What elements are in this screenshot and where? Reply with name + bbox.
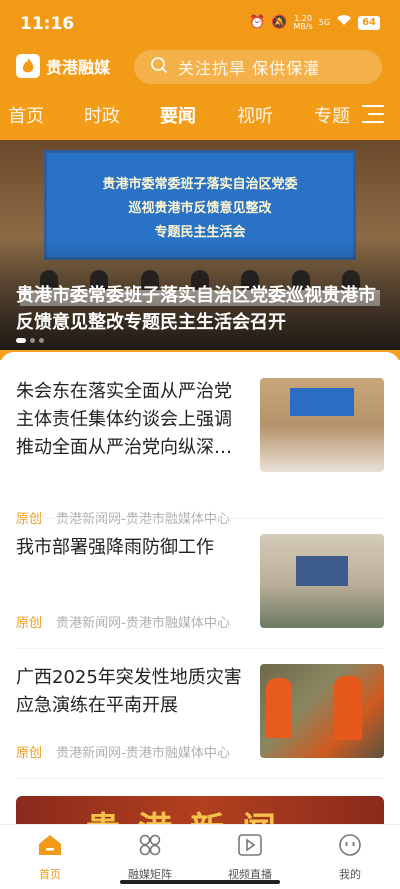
user-face-icon <box>339 834 361 856</box>
divider <box>16 778 384 779</box>
alarm-icon: ⏰ <box>249 14 266 30</box>
grid-icon <box>139 834 161 856</box>
carousel-dot <box>30 338 35 343</box>
banner-carousel[interactable]: 贵港市委常委班子落实自治区党委 巡视贵港市反馈意见整改 专题民主生活会 贵港市委… <box>0 140 400 350</box>
carousel-dot-active <box>16 338 26 343</box>
banner-title[interactable]: 贵港市委常委班子落实自治区党委巡视贵港市反馈意见整改专题民主生活会召开 <box>16 282 386 336</box>
divider <box>16 648 384 649</box>
news-item[interactable]: 广西2025年突发性地质灾害应急演练在平南开展 原创 贵港新闻网-贵港市融媒体中… <box>16 664 384 764</box>
nav-label: 我的 <box>339 868 361 881</box>
news-item[interactable]: 我市部署强降雨防御工作 原创 贵港新闻网-贵港市融媒体中心 <box>16 534 384 634</box>
mute-icon: 🔕 <box>271 14 288 30</box>
news-list: 朱会东在落实全面从严治党主体责任集体约谈会上强调 推动全面从严治党向纵深… 原创… <box>0 352 400 824</box>
news-meta: 原创 贵港新闻网-贵港市融媒体中心 <box>16 612 230 631</box>
status-icons: ⏰ 🔕 1.20 MB/s 5G 64 <box>249 14 380 31</box>
tab-home[interactable]: 首页 <box>8 102 44 128</box>
news-item[interactable]: 朱会东在落实全面从严治党主体责任集体约谈会上强调 推动全面从严治党向纵深… 原创… <box>16 378 384 527</box>
app-bar: 贵港融媒 关注抗旱 保供保灌 <box>0 48 400 88</box>
channel-tabs: 首页 时政 要闻 视听 专题 <box>0 96 400 132</box>
carousel-dot <box>39 338 44 343</box>
tab-media[interactable]: 视听 <box>237 102 273 128</box>
status-bar: 11:16 ⏰ 🔕 1.20 MB/s 5G 64 <box>0 0 400 48</box>
news-source: 贵港新闻网-贵港市融媒体中心 <box>56 616 230 631</box>
banner-screen-line: 贵港市委常委班子落实自治区党委 <box>102 177 298 192</box>
tab-news[interactable]: 要闻 <box>160 102 196 128</box>
original-tag: 原创 <box>16 512 43 527</box>
banner-screen-line: 专题民主生活会 <box>154 225 246 240</box>
promo-banner[interactable]: 贵港新闻 <box>16 796 384 824</box>
app-logo[interactable]: 贵港融媒 <box>16 54 110 78</box>
network-speed-unit: MB/s <box>293 21 313 31</box>
nav-home[interactable]: 首页 <box>10 833 90 882</box>
header-background: 11:16 ⏰ 🔕 1.20 MB/s 5G 64 贵港融媒 关注抗旱 保供保灌… <box>0 0 400 360</box>
logo-flame-icon <box>16 54 40 78</box>
nav-live[interactable]: 视频直播 <box>210 833 290 882</box>
divider <box>16 518 384 519</box>
channel-menu-icon[interactable] <box>360 104 384 124</box>
news-thumbnail <box>260 664 384 758</box>
status-time: 11:16 <box>20 14 75 34</box>
banner-screen-line: 巡视贵港市反馈意见整改 <box>128 201 272 216</box>
play-icon <box>238 834 262 856</box>
logo-text: 贵港融媒 <box>46 58 111 77</box>
search-bar[interactable]: 关注抗旱 保供保灌 <box>134 50 382 84</box>
original-tag: 原创 <box>16 746 43 761</box>
search-icon <box>150 56 168 78</box>
battery-indicator: 64 <box>358 15 380 30</box>
news-source: 贵港新闻网-贵港市融媒体中心 <box>56 512 230 527</box>
search-placeholder: 关注抗旱 保供保灌 <box>178 59 321 78</box>
news-title: 我市部署强降雨防御工作 <box>16 537 214 558</box>
news-meta: 原创 贵港新闻网-贵港市融媒体中心 <box>16 742 230 761</box>
original-tag: 原创 <box>16 616 43 631</box>
home-indicator <box>120 880 280 884</box>
news-thumbnail <box>260 534 384 628</box>
nav-me[interactable]: 我的 <box>310 833 390 882</box>
tab-topics[interactable]: 专题 <box>314 102 350 128</box>
nav-matrix[interactable]: 融媒矩阵 <box>110 833 190 882</box>
news-source: 贵港新闻网-贵港市融媒体中心 <box>56 746 230 761</box>
wifi-icon <box>336 14 352 31</box>
nav-label: 首页 <box>39 868 61 881</box>
news-thumbnail <box>260 378 384 472</box>
network-speed: 1.20 MB/s <box>293 14 313 31</box>
news-title: 朱会东在落实全面从严治党主体责任集体约谈会上强调 推动全面从严治党向纵深… <box>16 381 232 458</box>
home-icon <box>39 835 61 855</box>
tab-politics[interactable]: 时政 <box>84 102 120 128</box>
news-title: 广西2025年突发性地质灾害应急演练在平南开展 <box>16 667 242 716</box>
signal-label: 5G <box>318 17 331 27</box>
promo-text: 贵港新闻 <box>86 802 294 824</box>
carousel-dots <box>16 338 44 343</box>
